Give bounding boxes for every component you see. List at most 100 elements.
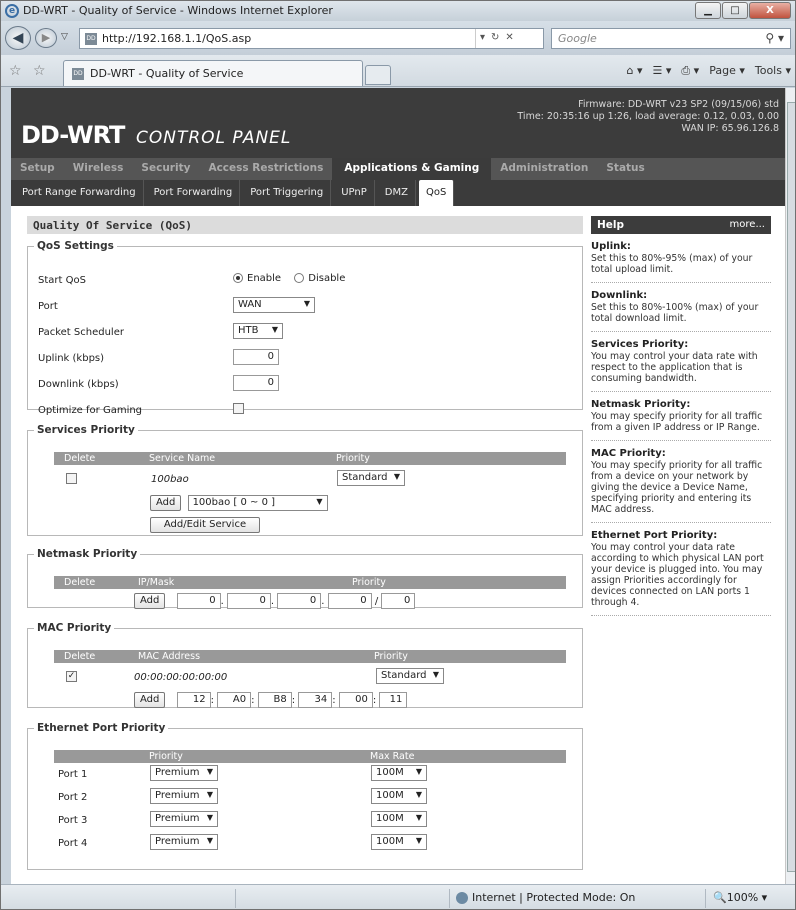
ip-octet-4[interactable]: 0 xyxy=(327,593,372,609)
port-2-rate-select[interactable]: 100M ▼ xyxy=(371,788,427,804)
mac-octet-5[interactable]: 00 xyxy=(338,692,373,708)
port-4-priority-select[interactable]: Premium ▼ xyxy=(150,834,218,850)
qos-main: Quality Of Service (QoS) QoS Settings St… xyxy=(27,216,583,884)
page-title: Quality Of Service (QoS) xyxy=(27,216,583,234)
add-service-button[interactable]: Add xyxy=(150,495,182,511)
search-icon[interactable]: ⚲ ▾ xyxy=(765,31,784,45)
col-delete: Delete xyxy=(64,453,96,464)
mac-octet-6[interactable]: 11 xyxy=(379,692,408,708)
wan-ip-text: WAN IP: 65.96.126.8 xyxy=(681,123,779,134)
minimize-button[interactable]: ▁ xyxy=(695,2,721,19)
scheduler-select-value: HTB xyxy=(238,325,259,336)
favorites-star-icon[interactable]: ☆ xyxy=(9,63,22,79)
page-menu[interactable]: Page ▾ xyxy=(709,64,745,78)
new-tab-button[interactable] xyxy=(365,65,391,85)
port-3-rate-select[interactable]: 100M ▼ xyxy=(371,811,427,827)
col-priority: Priority xyxy=(374,651,408,662)
ip-octet-3[interactable]: 0 xyxy=(277,593,322,609)
tab-favicon: DD xyxy=(72,68,84,80)
mac-priority-section: MAC Priority Delete MAC Address Priority… xyxy=(27,622,583,708)
scheduler-select[interactable]: HTB ▼ xyxy=(233,323,283,339)
mac-octet-3[interactable]: B8 xyxy=(257,692,292,708)
help-title: Help xyxy=(597,219,625,231)
mac-octet-4[interactable]: 34 xyxy=(298,692,333,708)
start-qos-radios: Enable Disable xyxy=(233,273,345,284)
help-item-title: Services Priority: xyxy=(591,339,689,350)
tools-menu[interactable]: Tools ▾ xyxy=(755,64,791,78)
mac-octet-2[interactable]: A0 xyxy=(217,692,252,708)
scroll-thumb[interactable] xyxy=(787,102,795,872)
submenu-upnp[interactable]: UPnP xyxy=(334,180,375,206)
add-edit-service-button[interactable]: Add/Edit Service xyxy=(150,517,260,533)
forward-button[interactable]: ▶ xyxy=(35,28,57,48)
uptime-text: Time: 20:35:16 up 1:26, load average: 0.… xyxy=(517,111,779,122)
chevron-down-icon: ▼ xyxy=(393,472,400,481)
uplink-input[interactable]: 0 xyxy=(233,349,279,365)
service-add-select[interactable]: 100bao [ 0 ~ 0 ] ▼ xyxy=(187,495,328,511)
print-icon[interactable]: ⎙ ▾ xyxy=(681,64,699,78)
mac-add-row: Add 12: A0: B8: 34: 00: 11 xyxy=(134,692,408,708)
browser-tab[interactable]: DD DD-WRT - Quality of Service xyxy=(63,60,363,86)
menu-wireless[interactable]: Wireless xyxy=(64,158,133,180)
mask-input[interactable]: 0 xyxy=(381,593,416,609)
help-item: MAC Priority: You may specify priority fo… xyxy=(591,441,771,523)
help-item: Ethernet Port Priority: You may control y… xyxy=(591,523,771,616)
port-select[interactable]: WAN ▼ xyxy=(233,297,315,313)
submenu-qos[interactable]: QoS xyxy=(418,180,455,206)
menu-security[interactable]: Security xyxy=(132,158,199,180)
help-item-title: Uplink: xyxy=(591,241,631,252)
gaming-checkbox[interactable] xyxy=(233,403,244,414)
refresh-stop-icons[interactable]: ▾↻✕ xyxy=(475,29,543,48)
submenu-port-forwarding[interactable]: Port Forwarding xyxy=(147,180,241,206)
port-1-rate-select[interactable]: 100M ▼ xyxy=(371,765,427,781)
add-mac-button[interactable]: Add xyxy=(134,692,166,708)
add-favorites-icon[interactable]: ☆ xyxy=(33,63,46,79)
close-button[interactable]: X xyxy=(749,2,791,19)
mac-priority-select[interactable]: Standard ▼ xyxy=(376,668,444,684)
help-more-link[interactable]: more... xyxy=(730,219,765,230)
port-2-priority-value: Premium xyxy=(155,790,200,801)
menu-setup[interactable]: Setup xyxy=(11,158,64,180)
menu-administration[interactable]: Administration xyxy=(491,158,597,180)
feeds-icon[interactable]: ☰ ▾ xyxy=(653,64,672,78)
back-button[interactable]: ◀ xyxy=(5,26,31,50)
port-3-priority-select[interactable]: Premium ▼ xyxy=(150,811,218,827)
services-table-header: Delete Service Name Priority xyxy=(54,452,566,465)
enable-radio[interactable] xyxy=(233,273,243,283)
history-dropdown-icon[interactable]: ▽ xyxy=(61,32,68,42)
window-title: DD-WRT - Quality of Service - Windows In… xyxy=(23,4,333,17)
menu-status[interactable]: Status xyxy=(597,158,653,180)
port-1-priority-select[interactable]: Premium ▼ xyxy=(150,765,218,781)
port-2-priority-select[interactable]: Premium ▼ xyxy=(150,788,218,804)
chevron-down-icon: ▼ xyxy=(271,325,278,334)
menu-access-restrictions[interactable]: Access Restrictions xyxy=(199,158,332,180)
col-service-name: Service Name xyxy=(149,453,216,464)
maximize-button[interactable]: □ xyxy=(722,2,748,19)
submenu-port-range-forwarding[interactable]: Port Range Forwarding xyxy=(15,180,144,206)
menu-applications-gaming[interactable]: Applications & Gaming xyxy=(332,158,492,180)
port-1-priority-value: Premium xyxy=(155,767,200,778)
chevron-down-icon: ▼ xyxy=(316,497,323,506)
service-delete-checkbox[interactable] xyxy=(66,473,77,484)
tab-label: DD-WRT - Quality of Service xyxy=(90,67,244,80)
submenu-port-triggering[interactable]: Port Triggering xyxy=(243,180,332,206)
security-zone[interactable]: Internet | Protected Mode: On xyxy=(456,891,635,904)
downlink-input[interactable]: 0 xyxy=(233,375,279,391)
ip-octet-1[interactable]: 0 xyxy=(176,593,221,609)
disable-radio[interactable] xyxy=(294,273,305,283)
zoom-level[interactable]: 🔍100% ▾ xyxy=(713,891,767,904)
address-bar[interactable]: DD http://192.168.1.1/QoS.asp ▾↻✕ xyxy=(79,28,544,49)
vertical-scrollbar[interactable] xyxy=(785,88,795,884)
control-panel-title: CONTROL PANEL xyxy=(136,128,292,148)
address-url[interactable]: http://192.168.1.1/QoS.asp xyxy=(102,32,251,45)
mac-delete-checkbox[interactable]: ✓ xyxy=(66,671,77,682)
service-priority-select[interactable]: Standard ▼ xyxy=(337,470,405,486)
ip-octet-2[interactable]: 0 xyxy=(226,593,271,609)
home-icon[interactable]: ⌂ ▾ xyxy=(626,64,642,78)
search-box[interactable]: Google ⚲ ▾ xyxy=(551,28,791,49)
col-mac-address: MAC Address xyxy=(138,651,201,662)
port-4-rate-select[interactable]: 100M ▼ xyxy=(371,834,427,850)
submenu-dmz[interactable]: DMZ xyxy=(378,180,416,206)
mac-octet-1[interactable]: 12 xyxy=(176,692,211,708)
add-netmask-button[interactable]: Add xyxy=(134,593,166,609)
